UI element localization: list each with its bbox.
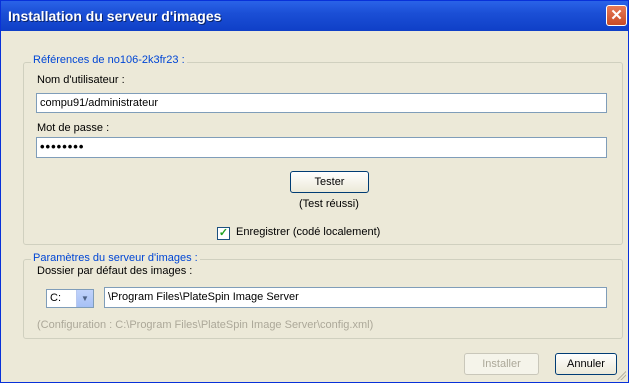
checkmark-icon: ✓ (218, 227, 229, 239)
server-params-group-title: Paramètres du serveur d'images : (31, 252, 200, 264)
drive-select[interactable]: C: ▼ (46, 289, 94, 308)
password-label: Mot de passe : (37, 122, 110, 134)
window-title: Installation du serveur d'images (8, 8, 222, 24)
title-bar[interactable]: Installation du serveur d'images ✕ (1, 1, 628, 31)
install-button[interactable]: Installer (464, 353, 539, 375)
chevron-down-icon[interactable]: ▼ (76, 290, 93, 307)
close-button[interactable]: ✕ (606, 5, 627, 26)
save-checkbox[interactable]: ✓ (217, 227, 230, 240)
test-status: (Test réussi) (299, 198, 359, 210)
password-field[interactable]: •••••••• (36, 137, 607, 158)
test-button[interactable]: Tester (290, 171, 369, 193)
close-icon: ✕ (610, 7, 623, 24)
credentials-group-title: Références de no106-2k3fr23 : (31, 54, 187, 66)
cancel-button[interactable]: Annuler (555, 353, 617, 375)
config-path-text: (Configuration : C:\Program Files\PlateS… (37, 319, 374, 331)
username-label: Nom d'utilisateur : (37, 74, 125, 86)
resize-grip[interactable] (616, 370, 626, 380)
folder-label: Dossier par défaut des images : (37, 265, 193, 277)
drive-value: C: (50, 292, 61, 304)
save-label: Enregistrer (codé localement) (236, 226, 381, 238)
installation-dialog: Installation du serveur d'images ✕ Référ… (0, 0, 629, 383)
path-field[interactable]: \Program Files\PlateSpin Image Server (104, 287, 607, 308)
username-field[interactable]: compu91/administrateur (36, 93, 607, 113)
